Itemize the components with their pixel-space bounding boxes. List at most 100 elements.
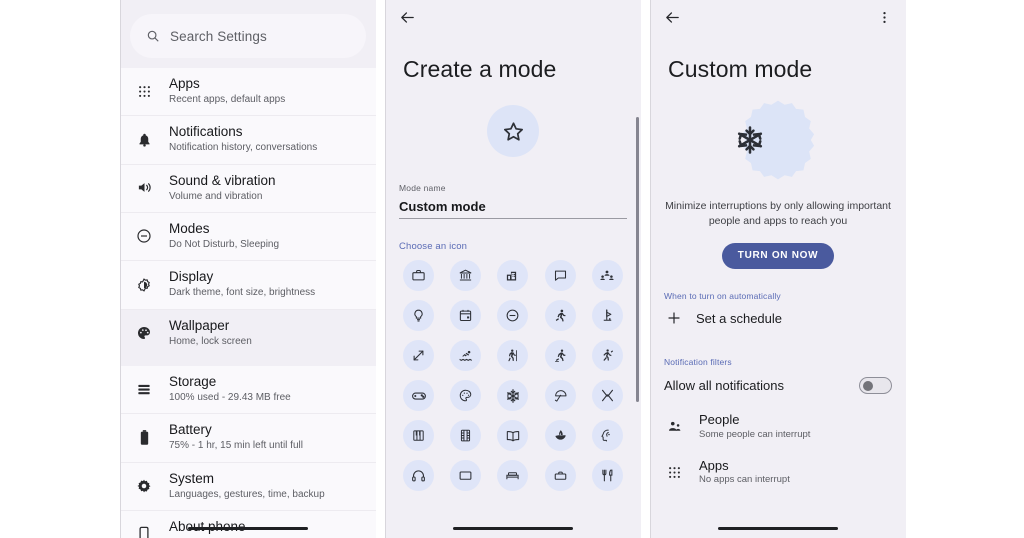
sidebar-item-label: Modes bbox=[169, 221, 210, 237]
do-not-disturb-icon bbox=[134, 228, 154, 244]
turn-on-now-button[interactable]: TURN ON NOW bbox=[721, 243, 835, 270]
panel-left-edge bbox=[650, 0, 651, 538]
sidebar-item-apps[interactable]: Apps Recent apps, default apps bbox=[120, 68, 376, 117]
sidebar-item-storage[interactable]: Storage 100% used - 29.43 MB free bbox=[120, 366, 376, 415]
volume-icon bbox=[134, 180, 154, 195]
filter-row-apps[interactable]: Apps No apps can interrupt bbox=[650, 450, 906, 495]
sidebar-item-subtitle: 75% - 1 hr, 15 min left until full bbox=[169, 440, 303, 452]
sidebar-item-battery[interactable]: Battery 75% - 1 hr, 15 min left until fu… bbox=[120, 414, 376, 463]
mode-blob bbox=[650, 99, 906, 181]
golf-icon[interactable] bbox=[591, 300, 623, 331]
icon-picker-grid bbox=[395, 260, 631, 491]
filter-subtitle: No apps can interrupt bbox=[699, 473, 790, 485]
sidebar-item-subtitle: Recent apps, default apps bbox=[169, 93, 286, 105]
sidebar-item-subtitle: Do Not Disturb, Sleeping bbox=[169, 238, 280, 250]
gamepad-icon[interactable] bbox=[403, 380, 435, 411]
sidebar-item-subtitle: Languages, gestures, time, backup bbox=[169, 488, 325, 500]
home-indicator bbox=[718, 527, 838, 530]
set-a-schedule-row[interactable]: Set a schedule bbox=[650, 301, 906, 335]
sidebar-item-subtitle: Notification history, conversations bbox=[169, 142, 318, 154]
palette-icon[interactable] bbox=[450, 380, 482, 411]
karate-icon[interactable] bbox=[591, 340, 623, 371]
restaurant-icon[interactable] bbox=[591, 460, 623, 491]
psychology-icon[interactable] bbox=[591, 420, 623, 451]
sidebar-item-label: Wallpaper bbox=[169, 317, 230, 333]
bed-icon[interactable] bbox=[497, 460, 529, 491]
allow-all-notifications-row[interactable]: Allow all notifications bbox=[650, 367, 906, 404]
allow-all-notifications-label: Allow all notifications bbox=[664, 378, 784, 394]
sidebar-item-subtitle: Volume and vibration bbox=[169, 190, 263, 202]
sidebar-item-label: System bbox=[169, 470, 215, 486]
resize-arrows-icon[interactable] bbox=[403, 340, 435, 371]
avatar bbox=[487, 105, 539, 157]
filter-row-people[interactable]: People Some people can interrupt bbox=[650, 404, 906, 449]
headphones-icon[interactable] bbox=[403, 460, 435, 491]
set-a-schedule-label: Set a schedule bbox=[696, 310, 783, 326]
field-underline bbox=[399, 218, 627, 219]
bank-icon[interactable] bbox=[450, 260, 482, 291]
mode-name-field[interactable]: Mode name Custom mode bbox=[399, 183, 627, 219]
sidebar-item-wallpaper[interactable]: Wallpaper Home, lock screen bbox=[120, 309, 376, 358]
allow-all-notifications-toggle[interactable] bbox=[859, 377, 892, 395]
beach-umbrella-icon[interactable] bbox=[544, 380, 576, 411]
gear-icon bbox=[134, 478, 154, 494]
search-input[interactable]: Search Settings bbox=[130, 14, 366, 58]
office-building-icon[interactable] bbox=[497, 260, 529, 291]
settings-group: Apps Recent apps, default apps Notificat… bbox=[120, 68, 376, 358]
sidebar-item-about-phone[interactable]: About phone GMS on ARM64 bbox=[120, 511, 376, 538]
skating-icon[interactable] bbox=[544, 340, 576, 371]
more-vertical-icon[interactable] bbox=[877, 10, 892, 25]
sidebar-item-label: Notifications bbox=[169, 124, 243, 140]
brightness-icon bbox=[134, 277, 154, 293]
panel-left-edge bbox=[120, 0, 121, 538]
open-book-icon[interactable] bbox=[497, 420, 529, 451]
sidebar-item-notifications[interactable]: Notifications Notification history, conv… bbox=[120, 116, 376, 165]
people-icon bbox=[664, 419, 684, 435]
settings-group: Storage 100% used - 29.43 MB free Batter… bbox=[120, 366, 376, 538]
battery-icon bbox=[134, 429, 154, 446]
back-arrow-icon[interactable] bbox=[399, 9, 416, 26]
sidebar-item-modes[interactable]: Modes Do Not Disturb, Sleeping bbox=[120, 213, 376, 262]
star-icon bbox=[502, 120, 525, 143]
apps-grid-icon bbox=[134, 84, 154, 99]
storage-icon bbox=[134, 382, 154, 397]
running-icon[interactable] bbox=[544, 300, 576, 331]
film-strip-icon[interactable] bbox=[450, 420, 482, 451]
sidebar-item-label: Storage bbox=[169, 374, 217, 390]
mode-description: Minimize interruptions by only allowing … bbox=[665, 200, 891, 228]
do-not-disturb-icon[interactable] bbox=[497, 300, 529, 331]
panel-left-edge bbox=[385, 0, 386, 538]
filters-section-label: Notification filters bbox=[664, 357, 732, 368]
tools-icon[interactable] bbox=[591, 380, 623, 411]
home-indicator bbox=[453, 527, 573, 530]
vertical-scrollbar[interactable] bbox=[636, 117, 639, 402]
hiking-icon[interactable] bbox=[497, 340, 529, 371]
filter-title: Apps bbox=[699, 457, 729, 473]
sidebar-item-label: Sound & vibration bbox=[169, 172, 276, 188]
search-placeholder: Search Settings bbox=[170, 28, 267, 44]
groups-icon[interactable] bbox=[591, 260, 623, 291]
tv-icon[interactable] bbox=[450, 460, 482, 491]
piano-icon[interactable] bbox=[403, 420, 435, 451]
filter-subtitle: Some people can interrupt bbox=[699, 428, 811, 440]
plus-icon bbox=[666, 310, 682, 326]
spa-icon[interactable] bbox=[544, 420, 576, 451]
back-arrow-icon[interactable] bbox=[664, 9, 681, 26]
sidebar-item-sound-vibration[interactable]: Sound & vibration Volume and vibration bbox=[120, 164, 376, 214]
custom-mode-phone-panel: Custom mode Minimize interruptions by on… bbox=[650, 0, 906, 538]
mode-avatar[interactable] bbox=[385, 105, 641, 157]
swimming-icon[interactable] bbox=[450, 340, 482, 371]
chat-bubble-icon[interactable] bbox=[544, 260, 576, 291]
sidebar-item-display[interactable]: Display Dark theme, font size, brightnes… bbox=[120, 261, 376, 310]
snowflake-icon[interactable] bbox=[497, 380, 529, 411]
calendar-icon[interactable] bbox=[450, 300, 482, 331]
lightbulb-icon[interactable] bbox=[403, 300, 435, 331]
sidebar-item-label: Display bbox=[169, 269, 214, 285]
mode-name-value[interactable]: Custom mode bbox=[399, 193, 627, 218]
briefcase-flat-icon[interactable] bbox=[544, 460, 576, 491]
sidebar-item-system[interactable]: System Languages, gestures, time, backup bbox=[120, 462, 376, 512]
screenshot-stage: Search Settings Apps Recent apps, defaul… bbox=[0, 0, 1024, 538]
bell-icon bbox=[134, 132, 154, 148]
briefcase-icon[interactable] bbox=[403, 260, 435, 291]
sidebar-item-subtitle: 100% used - 29.43 MB free bbox=[169, 391, 291, 403]
